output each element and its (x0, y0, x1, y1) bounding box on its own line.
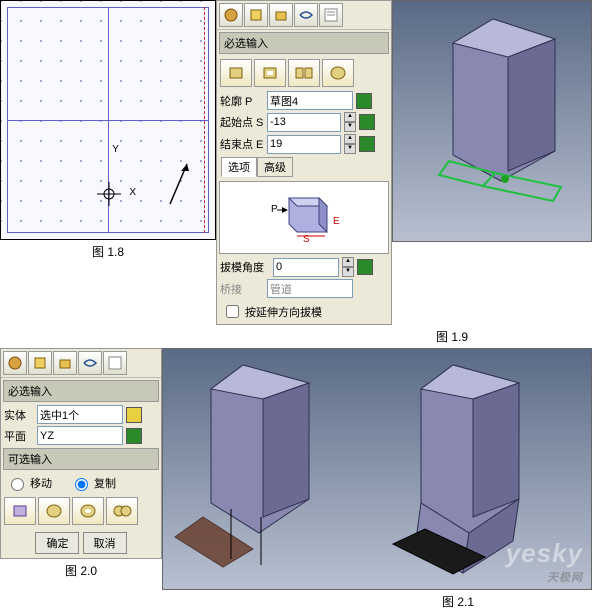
caption-1-8: 图 1.8 (0, 240, 216, 263)
bridge-label: 桥接 (220, 281, 264, 297)
radio-move[interactable] (11, 478, 24, 491)
op-icon-4[interactable] (106, 497, 138, 525)
end-ok-icon[interactable] (359, 136, 375, 152)
caption-1-9: 图 1.9 (216, 325, 592, 348)
sketch-arrow-icon (165, 159, 195, 209)
draft-ok-icon[interactable] (357, 259, 373, 275)
op-icon-3[interactable] (72, 497, 104, 525)
tool-icon-5[interactable] (319, 3, 343, 27)
axis-x-label: X (129, 187, 136, 198)
start-spinner[interactable]: ▲▼ (344, 112, 356, 132)
tab-options[interactable]: 选项 (221, 157, 257, 177)
end-label: 结束点 E (220, 136, 264, 152)
ok-button[interactable]: 确定 (35, 532, 79, 554)
direction-icons (217, 56, 391, 90)
viewport-1-9[interactable] (392, 0, 592, 242)
draft-label: 拔模角度 (220, 259, 270, 275)
svg-text:E: E (333, 216, 340, 227)
sketch-selected-edge (204, 7, 205, 233)
profile-label: 轮廓 P (220, 93, 264, 109)
svg-text:P: P (271, 204, 278, 215)
tool-icon-1[interactable] (219, 3, 243, 27)
extend-draft-label: 按延伸方向拔模 (245, 304, 322, 320)
p2-tool-3[interactable] (53, 351, 77, 375)
op-icon-2[interactable] (38, 497, 70, 525)
dir-option-3[interactable] (288, 59, 320, 87)
dir-option-2[interactable] (254, 59, 286, 87)
tab-advanced[interactable]: 高级 (257, 157, 293, 177)
radio-copy-label: 复制 (94, 475, 116, 491)
tool-icon-4[interactable] (294, 3, 318, 27)
radio-move-label: 移动 (30, 475, 52, 491)
viewport-2-0-2-1[interactable]: yesky 天极网 (162, 348, 592, 590)
mirror-panel: 必选输入 实体 平面 可选输入 移动 复制 (0, 348, 162, 559)
dir-option-1[interactable] (220, 59, 252, 87)
section-required: 必选输入 (219, 32, 389, 54)
start-input[interactable] (267, 113, 341, 132)
start-ok-icon[interactable] (359, 114, 375, 130)
extrude-diagram: P S E (219, 181, 389, 254)
origin-icon (97, 182, 121, 206)
start-label: 起始点 S (220, 114, 264, 130)
plane-ok-icon[interactable] (126, 428, 142, 444)
profile-input[interactable] (267, 91, 353, 110)
caption-2-0: 图 2.0 (0, 559, 162, 582)
caption-2-1: 图 2.1 (162, 590, 592, 613)
extend-draft-checkbox[interactable] (226, 305, 239, 318)
draft-spinner[interactable]: ▲▼ (342, 257, 354, 277)
draft-input[interactable] (273, 258, 339, 277)
extrude-panel: 必选输入 轮廓 P 起始点 S ▲▼ (216, 0, 392, 325)
tool-icon-2[interactable] (244, 3, 268, 27)
op-icon-1[interactable] (4, 497, 36, 525)
p2-tool-2[interactable] (28, 351, 52, 375)
body-status-icon[interactable] (126, 407, 142, 423)
radio-copy[interactable] (75, 478, 88, 491)
p2-tool-4[interactable] (78, 351, 102, 375)
p2-section-optional: 可选输入 (3, 448, 159, 470)
plane-label: 平面 (4, 428, 34, 444)
p2-tool-5[interactable] (103, 351, 127, 375)
end-input[interactable] (267, 135, 341, 154)
tool-icon-3[interactable] (269, 3, 293, 27)
end-spinner[interactable]: ▲▼ (344, 134, 356, 154)
dir-option-4[interactable] (322, 59, 354, 87)
p2-section-required: 必选输入 (3, 380, 159, 402)
plane-input[interactable] (37, 426, 123, 445)
bridge-input (267, 279, 353, 298)
profile-ok-icon[interactable] (356, 93, 372, 109)
sketch-viewport[interactable]: Y X (0, 0, 216, 240)
p2-tool-1[interactable] (3, 351, 27, 375)
cancel-button[interactable]: 取消 (83, 532, 127, 554)
body-label: 实体 (4, 407, 34, 423)
axis-y-label: Y (112, 144, 119, 155)
body-input[interactable] (37, 405, 123, 424)
panel2-toolbar (1, 349, 161, 378)
panel-toolbar (217, 1, 391, 30)
